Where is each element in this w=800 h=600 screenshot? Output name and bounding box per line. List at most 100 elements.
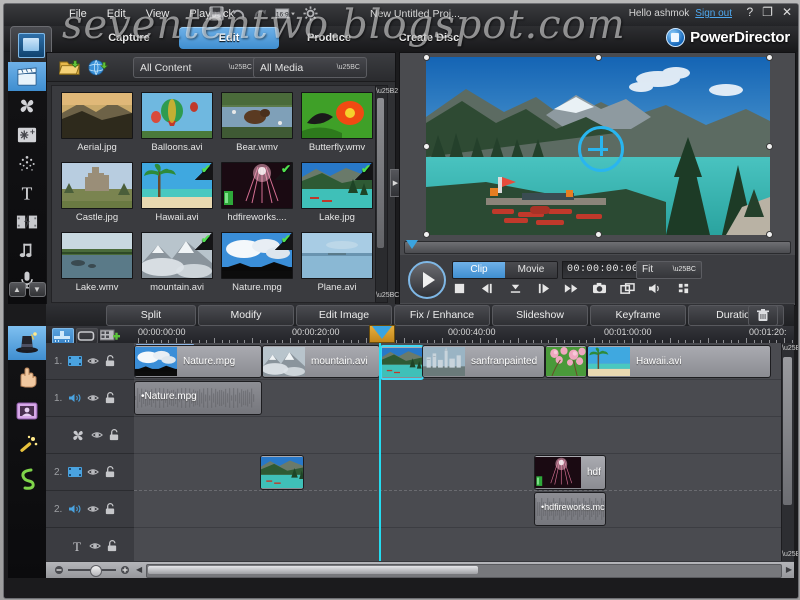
timeline-clip[interactable] [545, 345, 587, 378]
preview-zoom-dropdown[interactable]: Fit \u25BC [636, 261, 702, 279]
timeline-zoom-slider[interactable] [54, 565, 132, 577]
timeline-audio-clip[interactable]: •Nature.mpg [134, 381, 262, 415]
step-icon[interactable] [508, 282, 523, 295]
track-header-audio-1[interactable]: 1. [46, 380, 134, 417]
import-folder-icon[interactable] [59, 58, 81, 77]
fix-enhance-button[interactable]: Fix / Enhance [394, 305, 490, 326]
magic-movie-wizard-button[interactable] [8, 326, 46, 360]
track-header-title[interactable]: T [46, 528, 134, 565]
track-visibility-eye-icon[interactable] [91, 429, 103, 441]
track-visibility-eye-icon[interactable] [87, 392, 99, 404]
resize-handle-br[interactable] [766, 231, 773, 238]
tab-create-disc[interactable]: Create Disc [379, 27, 479, 49]
preview-scrub-bar[interactable] [404, 240, 791, 254]
media-filter-dropdown[interactable]: All Media \u25BC [253, 57, 367, 78]
track-lock-icon[interactable] [108, 429, 120, 441]
resize-handle-tl[interactable] [423, 54, 430, 61]
preview-stage[interactable] [423, 54, 773, 238]
playhead-handle[interactable] [369, 325, 395, 343]
timeline-clip[interactable]: Hawaii.avi [587, 345, 771, 378]
track-row-effect[interactable] [134, 417, 782, 454]
restore-button[interactable]: ❐ [762, 6, 773, 18]
magic-fix-button[interactable] [8, 360, 46, 394]
help-button[interactable]: ? [746, 6, 753, 18]
library-item[interactable]: Nature.mpg [219, 232, 295, 300]
track-header-video-1[interactable]: 1. [46, 343, 134, 380]
track-row-title[interactable] [134, 528, 782, 561]
download-globe-icon[interactable] [87, 58, 109, 77]
next-frame-icon[interactable] [536, 282, 551, 295]
scroll-right-arrow[interactable]: ▶ [786, 565, 792, 574]
timeline-ruler[interactable]: 00:00:00:00 00:00:20:00 00:00:40:00 00:0… [134, 326, 794, 343]
track-lock-icon[interactable] [106, 540, 118, 552]
track-lock-icon[interactable] [104, 355, 116, 367]
fast-forward-icon[interactable] [564, 282, 579, 295]
menu-item-view[interactable]: View [136, 7, 180, 21]
delete-button[interactable] [748, 305, 778, 326]
undo-icon[interactable] [231, 6, 246, 21]
close-button[interactable]: ✕ [782, 6, 792, 18]
sidebar-item-particle-room[interactable] [8, 149, 46, 178]
scroll-up-icon[interactable]: \u25B2 [376, 87, 398, 97]
timeline-clip[interactable]: hdf [534, 455, 606, 490]
timeline-clip[interactable]: mountain.avi [262, 345, 380, 378]
track-visibility-eye-icon[interactable] [87, 503, 99, 515]
media-grid[interactable]: Aerial.jpg Balloons.avi Bear.wmv Butterf… [51, 85, 383, 303]
speaker-icon[interactable] [648, 282, 663, 295]
library-item[interactable]: Hawaii.avi [139, 162, 215, 230]
pip-crosshair-icon[interactable] [578, 126, 624, 172]
storyboard-view-button[interactable] [76, 328, 98, 344]
sidebar-scroll-down-button[interactable]: ▼ [28, 281, 46, 297]
track-row-video-2[interactable]: hdf [134, 454, 782, 491]
track-header-audio-2[interactable]: 2. [46, 491, 134, 528]
timeline-vscroll-thumb[interactable] [783, 357, 792, 505]
edit-image-button[interactable]: Edit Image [296, 305, 392, 326]
menu-item-edit[interactable]: Edit [97, 7, 136, 21]
timeline-audio-clip[interactable]: •hdfireworks.mc• [534, 492, 606, 526]
track-visibility-eye-icon[interactable] [87, 355, 99, 367]
tab-capture[interactable]: Capture [79, 27, 179, 49]
timeline-clip[interactable] [260, 455, 304, 490]
track-row-audio-2[interactable]: •hdfireworks.mc• [134, 491, 782, 528]
sidebar-scroll-up-button[interactable]: ▲ [8, 281, 26, 297]
track-visibility-eye-icon[interactable] [89, 540, 101, 552]
track-lock-icon[interactable] [104, 392, 116, 404]
grid-dots-icon[interactable] [676, 282, 691, 295]
library-item[interactable]: Aerial.jpg [59, 92, 135, 160]
scroll-up-icon[interactable]: \u25B2 [782, 344, 798, 354]
zoom-out-icon[interactable] [54, 565, 64, 575]
zoom-in-icon[interactable] [120, 565, 130, 575]
library-item[interactable]: hdfireworks.... [219, 162, 295, 230]
modify-button[interactable]: Modify [198, 305, 294, 326]
library-scrollbar[interactable]: \u25B2 \u25BC [375, 85, 399, 303]
tab-produce[interactable]: Produce [279, 27, 379, 49]
aspect-ratio-icon[interactable]: 16:9 [275, 6, 296, 21]
scroll-down-icon[interactable]: \u25BC [782, 550, 798, 560]
track-visibility-eye-icon[interactable] [87, 466, 99, 478]
timeline-vertical-scrollbar[interactable]: \u25B2 \u25BC [781, 343, 798, 561]
track-header-effect[interactable] [46, 417, 134, 454]
magic-motion-button[interactable] [8, 394, 46, 428]
library-item[interactable]: Butterfly.wmv [299, 92, 375, 160]
sidebar-item-title-room[interactable]: T [8, 178, 46, 207]
sidebar-item-effect-room[interactable] [8, 91, 46, 120]
timeline-hscroll-thumb[interactable] [148, 566, 478, 574]
zoom-slider-knob[interactable] [90, 565, 102, 577]
resize-handle-bl[interactable] [423, 231, 430, 238]
sidebar-item-media-room[interactable] [8, 62, 46, 91]
sign-out-link[interactable]: Sign out [695, 8, 732, 19]
sidebar-item-pip-object-room[interactable] [8, 120, 46, 149]
timeline-tracks[interactable]: 1. Chapter 1 Nature.mpg mountain.avi san… [134, 343, 782, 561]
track-lock-icon[interactable] [104, 503, 116, 515]
add-track-button[interactable] [99, 328, 120, 342]
camera-icon[interactable] [592, 282, 607, 295]
timeline-horizontal-scrollbar[interactable] [146, 564, 782, 578]
preview-scrub-marker[interactable] [406, 240, 418, 249]
scroll-down-icon[interactable]: \u25BC [376, 291, 399, 301]
library-item[interactable]: Lake.jpg [299, 162, 375, 230]
stop-icon[interactable] [452, 282, 467, 295]
settings-gear-icon[interactable] [303, 6, 318, 21]
play-button[interactable] [408, 261, 446, 299]
timeline-clip[interactable]: sanfranpainted [422, 345, 545, 378]
resize-handle-tr[interactable] [766, 54, 773, 61]
